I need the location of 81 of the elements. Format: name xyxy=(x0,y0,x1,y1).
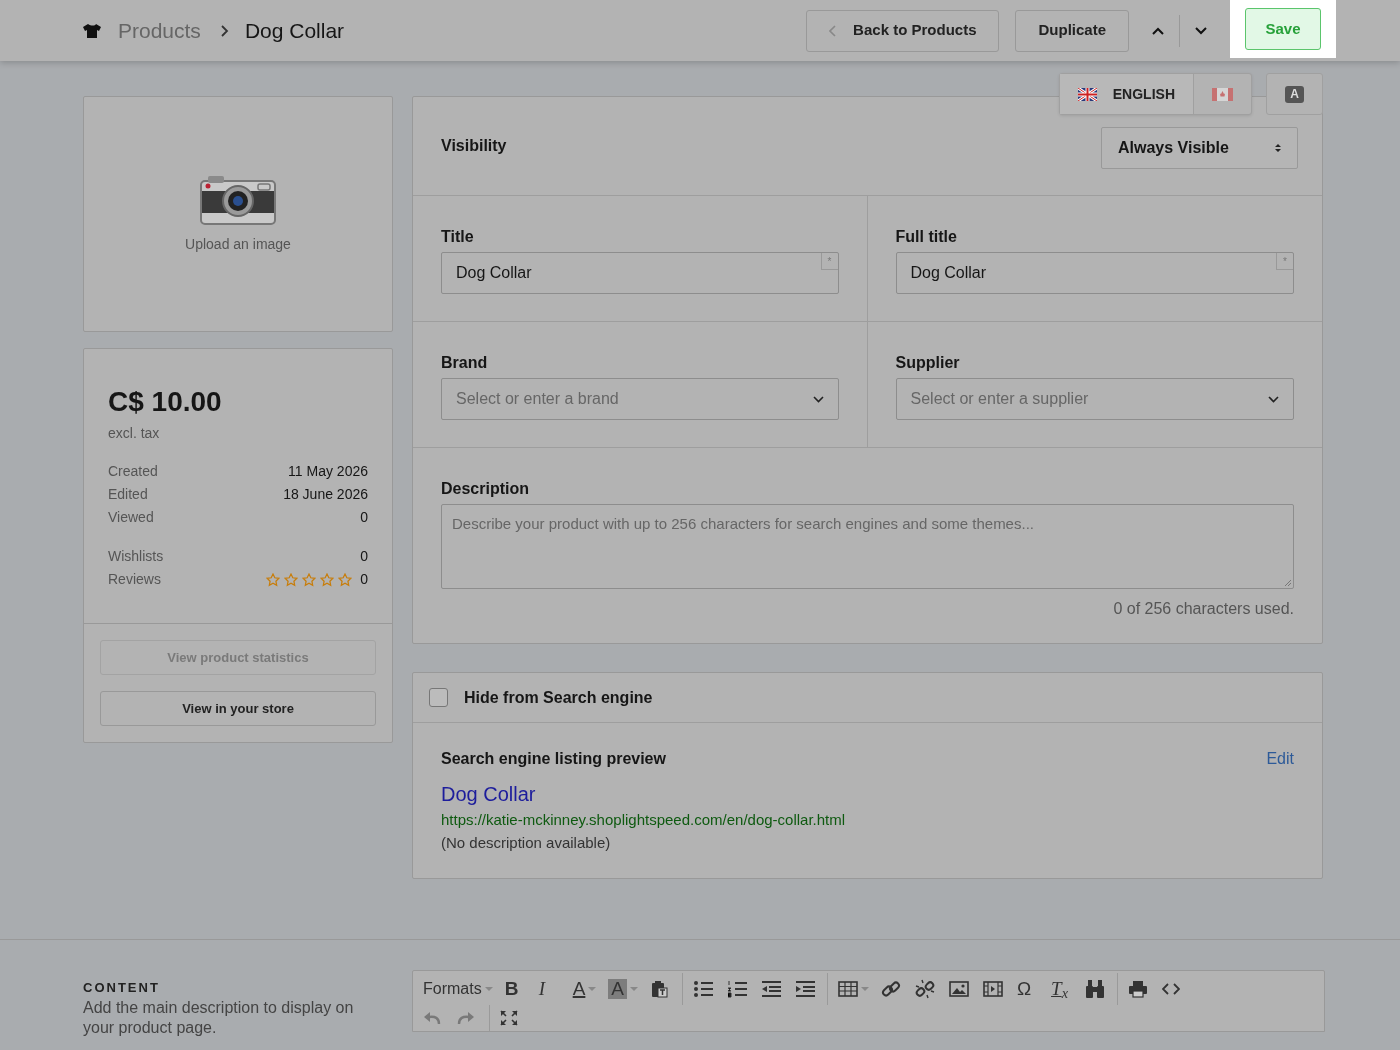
upload-label: Upload an image xyxy=(185,234,291,254)
stat-value: 0 xyxy=(360,570,368,589)
chevron-left-icon xyxy=(829,24,838,37)
format-button[interactable]: A xyxy=(604,974,643,1004)
star-icon xyxy=(320,572,335,587)
field-label: Description xyxy=(441,479,530,499)
undo-icon xyxy=(423,1011,441,1025)
checkbox[interactable] xyxy=(429,688,448,707)
input-field[interactable]: Dog Collar * xyxy=(441,252,839,294)
format-button[interactable]: B xyxy=(500,974,531,1004)
select-arrows-icon xyxy=(1275,142,1281,153)
stat-label: Wishlists xyxy=(108,547,164,566)
bullet-list-icon xyxy=(693,980,714,998)
field-label: Title xyxy=(441,227,475,247)
image-icon xyxy=(949,981,970,997)
numbered-list-icon xyxy=(727,980,748,998)
format-button[interactable]: T$_{x}$ xyxy=(1047,974,1078,1004)
required-mark: * xyxy=(820,253,838,270)
image-upload-area[interactable]: Upload an image xyxy=(83,96,393,332)
field-label: Full title xyxy=(895,227,958,247)
edit-link[interactable]: Edit xyxy=(1266,747,1294,771)
format-button[interactable]: I xyxy=(534,974,565,1004)
indent-icon xyxy=(795,980,816,998)
caret-icon xyxy=(484,987,493,991)
printer-icon xyxy=(1128,980,1149,998)
stat-value: 11 May 2026 xyxy=(288,462,368,481)
stat-label: Reviews xyxy=(108,570,161,589)
code-icon xyxy=(1162,983,1181,995)
search-result-url: https://katie-mckinney.shoplightspeed.com/en/dog-collar.html xyxy=(441,810,846,830)
language-tab[interactable]: ENGLISH xyxy=(1059,74,1193,114)
fullscreen-icon xyxy=(500,1010,518,1026)
character-counter: 0 of 256 characters used. xyxy=(1113,599,1294,619)
section-hint: Add the main description to display on your product page. xyxy=(83,997,355,1038)
link-icon xyxy=(881,979,902,999)
field-label: Supplier xyxy=(895,353,961,373)
stat-value: 0 xyxy=(360,547,368,566)
stat-value: 0 xyxy=(360,508,368,527)
redo-icon xyxy=(457,1011,475,1025)
format-button[interactable]: Ω xyxy=(1013,974,1044,1004)
camera-icon xyxy=(200,173,276,226)
field-label: Brand xyxy=(441,353,489,373)
stat-label: Viewed xyxy=(108,508,154,527)
stat-value: 18 June 2026 xyxy=(283,485,368,504)
unlink-icon xyxy=(915,979,936,999)
paste-icon xyxy=(650,980,669,998)
chevron-down-icon xyxy=(812,395,824,403)
price: C$ 10.00 xyxy=(108,385,223,419)
breadcrumb-current: Dog Collar xyxy=(244,17,345,44)
stat-label: Created xyxy=(108,462,158,481)
action-button[interactable]: View in your store xyxy=(100,691,376,726)
formats-menu[interactable]: Formats xyxy=(419,974,497,1004)
format-button[interactable]: A xyxy=(568,974,601,1004)
resize-grip-icon xyxy=(1284,579,1292,587)
search-result-description: (No description available) xyxy=(441,832,611,853)
film-icon xyxy=(983,981,1004,997)
section-heading: CONTENT xyxy=(83,979,161,997)
t-shirt-icon xyxy=(82,22,102,39)
table-icon xyxy=(838,981,859,997)
star-icon xyxy=(338,572,353,587)
field-label: Visibility xyxy=(440,136,507,156)
search-result-title: Dog Collar xyxy=(441,782,536,807)
stat-label: Edited xyxy=(108,485,148,504)
back-button[interactable]: Back to Products xyxy=(806,9,1000,52)
checkbox-label: Hide from Search engine xyxy=(464,687,653,708)
outdent-icon xyxy=(761,980,782,998)
binoculars-icon xyxy=(1085,979,1106,999)
chevron-down-icon xyxy=(1194,26,1208,37)
translate-button[interactable]: A xyxy=(1266,73,1323,115)
chevron-down-icon xyxy=(1268,395,1279,403)
chevron-up-icon xyxy=(1151,26,1165,37)
price-note: excl. tax xyxy=(108,424,161,443)
flag-icon xyxy=(1077,87,1097,101)
star-icon xyxy=(284,572,299,587)
visibility-select[interactable]: Always Visible xyxy=(1101,126,1298,169)
input-field[interactable]: Dog Collar * xyxy=(895,252,1294,294)
star-icon xyxy=(266,572,281,587)
required-mark: * xyxy=(1276,253,1293,270)
flag-icon xyxy=(1212,87,1233,101)
section-title: Search engine listing preview xyxy=(441,749,666,769)
duplicate-button[interactable]: Duplicate xyxy=(1015,9,1129,52)
star-icon xyxy=(302,572,317,587)
